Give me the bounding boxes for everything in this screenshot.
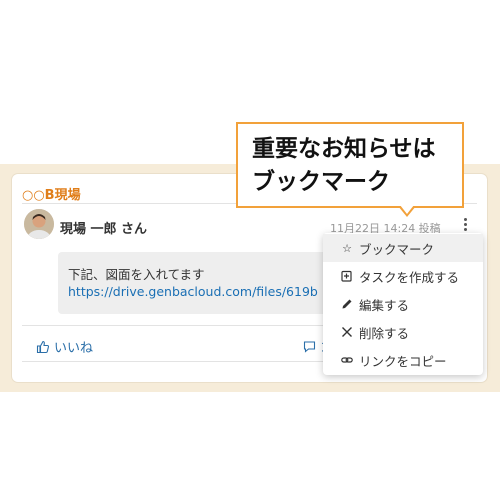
- menu-item-label: ブックマーク: [359, 241, 435, 257]
- task-add-icon: [341, 270, 353, 282]
- menu-item-label: タスクを作成する: [359, 269, 460, 285]
- screen: ○○B現場 現場 一郎 さん 11月22日 14:24 投稿 下記、図面を入れて…: [0, 0, 500, 500]
- comment-icon: [303, 341, 316, 353]
- menu-item-delete[interactable]: 削除する: [323, 318, 483, 346]
- author-name[interactable]: 現場 一郎 さん: [60, 218, 147, 237]
- link-icon: [341, 354, 353, 366]
- callout-line-1: 重要なお知らせは: [252, 136, 436, 162]
- menu-item-label: 削除する: [359, 325, 410, 341]
- menu-item-create-task[interactable]: タスクを作成する: [323, 262, 483, 290]
- menu-item-copy-link[interactable]: リンクをコピー: [323, 346, 483, 374]
- message-link[interactable]: https://drive.genbacloud.com/files/619b1: [68, 284, 318, 299]
- menu-item-label: 編集する: [359, 297, 410, 313]
- thumbs-up-icon: [36, 340, 50, 353]
- callout-text: 重要なお知らせは ブックマーク: [252, 133, 436, 199]
- menu-item-bookmark[interactable]: ☆ ブックマーク: [323, 234, 483, 262]
- avatar[interactable]: [24, 209, 54, 239]
- pencil-icon: [341, 298, 353, 310]
- post-options-menu: ☆ ブックマーク タスクを作成する 編集する 削除する リンクをコピー: [323, 233, 483, 375]
- group-title[interactable]: ○○B現場: [22, 184, 81, 203]
- like-button[interactable]: いいね: [36, 337, 93, 356]
- menu-item-edit[interactable]: 編集する: [323, 290, 483, 318]
- menu-item-label: リンクをコピー: [359, 353, 447, 369]
- star-outline-icon: ☆: [342, 241, 352, 255]
- message-text: 下記、図面を入れてます: [68, 267, 205, 282]
- x-icon: [341, 326, 353, 338]
- message-bubble: [58, 252, 328, 314]
- callout-line-2: ブックマーク: [252, 169, 390, 195]
- callout-tail-inner: [400, 205, 414, 214]
- like-label: いいね: [54, 341, 94, 356]
- avatar-photo-icon: [24, 209, 54, 239]
